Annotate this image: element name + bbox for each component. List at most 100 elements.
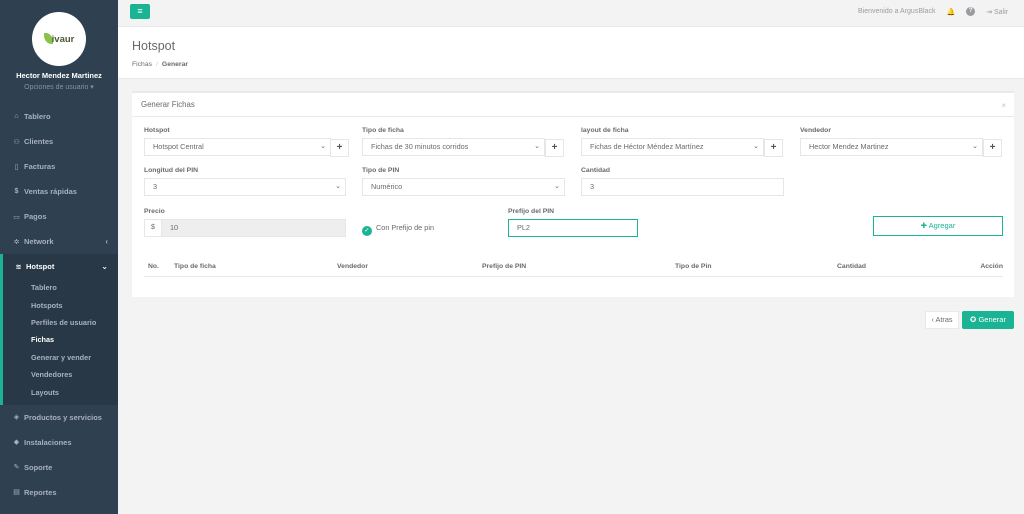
hotspot-value: Hotspot Central: [153, 142, 204, 151]
page-heading: Hotspot Fichas / Generar: [118, 27, 1024, 79]
hotspot-field: Hotspot Hotspot Central ⌄ +: [144, 127, 355, 157]
sidebar-item-pagos[interactable]: ▭ Pagos: [0, 204, 118, 229]
tipo-pin-select[interactable]: Numérico ⌄: [362, 178, 565, 196]
sidebar-item-facturas[interactable]: ▯ Facturas: [0, 154, 118, 179]
add-vendedor-button[interactable]: +: [983, 139, 1002, 157]
document-icon: ▯: [14, 163, 19, 171]
sidebar-item-clientes[interactable]: ⚇ Clientes: [0, 129, 118, 154]
diamond-icon: ◆: [13, 439, 20, 447]
book-icon: ▤: [13, 489, 20, 497]
help-icon[interactable]: ?: [966, 7, 976, 16]
plus-icon: +: [336, 142, 343, 153]
agregar-label: Agregar: [928, 221, 956, 230]
vendedor-value: Hector Mendez Martinez: [809, 142, 889, 151]
wifi-icon: ≋: [15, 263, 22, 271]
bell-icon[interactable]: 🔔: [946, 8, 955, 16]
generate-button[interactable]: ✪ Generar: [962, 311, 1014, 329]
tipo-ficha-label: Tipo de ficha: [362, 127, 404, 134]
breadcrumb-item-fichas[interactable]: Fichas: [132, 61, 152, 68]
sign-out-icon: ⇥: [986, 8, 993, 16]
longitud-pin-select[interactable]: 3 ⌄: [144, 178, 346, 196]
plus-icon: +: [551, 142, 558, 153]
back-button[interactable]: ‹ Atras: [925, 311, 959, 329]
tipo-pin-field: Tipo de PIN Numérico ⌄: [362, 167, 565, 196]
submenu-item-hotspots[interactable]: Hotspots: [3, 296, 118, 313]
prefijo-input[interactable]: PL2: [508, 219, 638, 237]
tag-icon: ◈: [13, 414, 20, 422]
topbar: ≡ Bienvenido a ArgusBlack 🔔 ? ⇥ Salir: [118, 0, 1024, 27]
sidebar-item-label: Soporte: [24, 462, 53, 472]
precio-input: 10: [161, 219, 346, 237]
col-header-prefijo: Prefijo de PIN: [482, 263, 527, 270]
sidebar-item-label: Reportes: [24, 487, 57, 497]
close-icon[interactable]: ×: [1001, 101, 1006, 110]
sidebar-item-instalaciones[interactable]: ◆ Instalaciones: [0, 430, 118, 455]
layout-label: layout de ficha: [581, 127, 629, 134]
vendedor-select[interactable]: Hector Mendez Martinez ⌄: [800, 138, 983, 156]
add-hotspot-button[interactable]: +: [330, 139, 349, 157]
dashboard-icon: ⌂: [14, 113, 19, 120]
vendedor-label: Vendedor: [800, 127, 831, 134]
sidebar-item-reportes[interactable]: ▤ Reportes: [0, 480, 118, 505]
topbar-right: Bienvenido a ArgusBlack 🔔 ? ⇥ Salir: [858, 7, 1008, 16]
vendedor-field: Vendedor Hector Mendez Martinez ⌄ +: [800, 127, 1003, 157]
precio-label: Precio: [144, 208, 165, 215]
logout-link[interactable]: ⇥ Salir: [986, 8, 1008, 16]
sidebar-item-label: Clientes: [24, 137, 54, 146]
add-tipo-ficha-button[interactable]: +: [545, 139, 564, 157]
chevron-down-icon: ⌄: [335, 183, 341, 190]
network-icon: ✲: [13, 238, 20, 246]
chevron-left-icon: ‹: [105, 237, 108, 246]
user-options-toggle[interactable]: Opciones de usuario ▾: [0, 83, 118, 91]
sidebar-item-tablero[interactable]: ⌂ Tablero: [0, 104, 118, 129]
submenu-item-fichas[interactable]: Fichas: [3, 331, 118, 348]
agregar-button[interactable]: ✚ Agregar: [873, 216, 1003, 236]
chevron-down-icon: ⌄: [320, 143, 326, 150]
sidebar-item-ventas-rapidas[interactable]: $ Ventas rápidas: [0, 179, 118, 204]
tipo-ficha-field: Tipo de ficha Fichas de 30 minutos corri…: [362, 127, 573, 157]
sidebar-nav-bottom: ◈ Productos y servicios ◆ Instalaciones ✎ S…: [0, 405, 118, 505]
sidebar-item-label: Tablero: [24, 112, 51, 121]
sidebar-item-label: Productos y servicios: [24, 412, 102, 422]
longitud-pin-field: Longitud del PIN 3 ⌄: [144, 167, 346, 196]
menu-toggle-button[interactable]: ≡: [130, 4, 150, 19]
submenu-item-vendedores[interactable]: Vendedores: [3, 366, 118, 383]
sidebar-item-label: Pagos: [24, 212, 47, 221]
user-name: Hector Mendez Martinez: [16, 71, 102, 80]
hotspot-label: Hotspot: [144, 127, 170, 134]
col-header-cantidad: Cantidad: [837, 263, 867, 270]
cantidad-label: Cantidad: [581, 167, 611, 174]
plus-icon: +: [989, 142, 996, 153]
chevron-down-icon: ⌄: [534, 143, 540, 150]
wrench-icon: ✎: [13, 464, 20, 472]
sidebar-item-soporte[interactable]: ✎ Soporte: [0, 455, 118, 480]
col-header-no: No.: [148, 263, 159, 270]
check-circle-icon[interactable]: ✓: [362, 226, 372, 236]
sidebar-nav: ⌂ Tablero ⚇ Clientes ▯ Facturas $ Ventas ráp…: [0, 104, 118, 279]
users-icon: ⚇: [13, 138, 20, 146]
cantidad-input[interactable]: 3: [581, 178, 784, 196]
tipo-pin-label: Tipo de PIN: [362, 167, 400, 174]
tipo-ficha-select[interactable]: Fichas de 30 minutos corridos ⌄: [362, 138, 545, 156]
submenu-item-tablero[interactable]: Tablero: [3, 279, 118, 296]
sidebar-item-network[interactable]: ✲ Network ‹: [0, 229, 118, 254]
gear-icon: ✪: [970, 315, 977, 324]
plus-icon: +: [770, 142, 777, 153]
add-layout-button[interactable]: +: [764, 139, 783, 157]
brand-logo[interactable]: ivaur: [32, 12, 86, 66]
precio-field: Precio $ 10: [144, 208, 346, 237]
submenu-item-layouts[interactable]: Layouts: [3, 383, 118, 400]
layout-value: Fichas de Héctor Méndez Martínez: [590, 142, 704, 151]
con-prefijo-label: Con Prefijo de pin: [376, 223, 435, 232]
layout-select[interactable]: Fichas de Héctor Méndez Martínez ⌄: [581, 138, 764, 156]
con-prefijo-checkbox[interactable]: ✓ Con Prefijo de pin: [362, 223, 434, 236]
chevron-down-icon: ⌄: [101, 262, 108, 271]
submenu-item-generar-vender[interactable]: Generar y vender: [3, 349, 118, 366]
sidebar-item-label: Ventas rápidas: [24, 187, 77, 196]
welcome-text: Bienvenido a ArgusBlack: [858, 8, 936, 15]
hotspot-select[interactable]: Hotspot Central ⌄: [144, 138, 331, 156]
sidebar-item-hotspot[interactable]: ≋ Hotspot ⌄: [0, 254, 118, 279]
panel-title: Generar Fichas: [132, 93, 1014, 117]
submenu-item-perfiles[interactable]: Perfiles de usuario: [3, 314, 118, 331]
sidebar-item-productos[interactable]: ◈ Productos y servicios: [0, 405, 118, 430]
